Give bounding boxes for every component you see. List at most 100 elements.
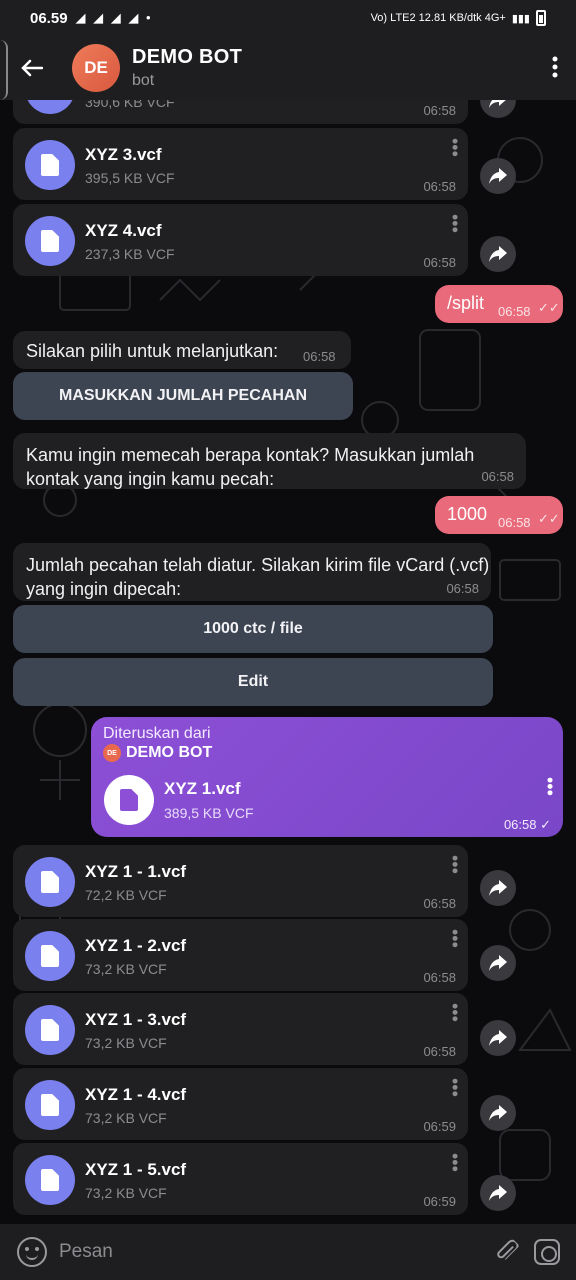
outgoing-message[interactable]: /split 06:58 ✓✓ (435, 285, 563, 323)
network-info: Vo) LTE2 12.81 KB/dtk 4G+ (370, 12, 506, 24)
message-time: 06:58 (423, 179, 456, 194)
file-icon[interactable] (25, 931, 75, 981)
share-icon[interactable] (480, 945, 516, 981)
avatar-initials: DE (84, 58, 108, 77)
file-size: 237,3 KB VCF (85, 246, 175, 262)
chat-title-box[interactable]: DEMO BOT bot (132, 46, 242, 90)
file-size: 73,2 KB VCF (85, 1110, 167, 1126)
file-name: XYZ 1 - 5.vcf (85, 1160, 187, 1179)
more-vert-icon[interactable] (552, 56, 558, 82)
forwarded-label: Diteruskan dari (103, 725, 211, 742)
outgoing-message[interactable]: 1000 06:58 ✓✓ (435, 496, 563, 534)
signal-icon: ▮▮▮ (511, 12, 530, 25)
share-icon[interactable] (480, 1095, 516, 1131)
message-text: 1000 (447, 504, 488, 524)
file-menu-icon[interactable]: ••• (445, 1078, 465, 1097)
screen-edge (0, 40, 8, 100)
file-icon[interactable] (25, 216, 75, 266)
inline-button-jumlah[interactable]: MASUKKAN JUMLAH PECAHAN (13, 372, 353, 420)
file-menu-icon[interactable]: ••• (445, 1153, 465, 1172)
file-name: XYZ 1 - 3.vcf (85, 1010, 187, 1029)
file-message[interactable]: XYZ 1 - 2.vcf 73,2 KB VCF 06:58 ••• (13, 919, 468, 991)
message-input[interactable]: Pesan (59, 1241, 496, 1263)
share-icon[interactable] (480, 100, 516, 118)
share-icon[interactable] (480, 1175, 516, 1211)
file-icon[interactable] (25, 857, 75, 907)
message-list[interactable]: 390,6 KB VCF 06:58 XYZ 3.vcf 395,5 KB VC… (0, 100, 576, 1224)
share-icon[interactable] (480, 158, 516, 194)
message-time: 06:58 (446, 581, 479, 596)
message-time: 06:58 (423, 896, 456, 911)
back-arrow-icon[interactable] (0, 36, 64, 100)
share-icon[interactable] (480, 236, 516, 272)
file-message[interactable]: XYZ 3.vcf 395,5 KB VCF 06:58 ••• (13, 128, 468, 200)
file-name: XYZ 4.vcf (85, 221, 162, 240)
file-size: 73,2 KB VCF (85, 1185, 167, 1201)
chat-title: DEMO BOT (132, 46, 243, 68)
file-icon[interactable] (25, 1155, 75, 1205)
file-size: 72,2 KB VCF (85, 887, 167, 903)
file-menu-icon[interactable]: ••• (445, 214, 465, 233)
camera-icon[interactable] (534, 1239, 560, 1265)
file-icon[interactable] (25, 1005, 75, 1055)
file-message[interactable]: XYZ 1 - 1.vcf 72,2 KB VCF 06:58 ••• (13, 845, 468, 917)
source-avatar: DE (103, 744, 121, 762)
file-icon[interactable] (104, 775, 154, 825)
chat-avatar[interactable]: DE (72, 44, 120, 92)
file-name: XYZ 1 - 4.vcf (85, 1085, 187, 1104)
chat-header: DE DEMO BOT bot (0, 36, 576, 100)
file-size: 73,2 KB VCF (85, 1035, 167, 1051)
double-check-icon: ✓✓ (538, 300, 560, 315)
battery-icon (536, 10, 546, 26)
message-time: 06:58 (423, 1044, 456, 1059)
message-time: 06:58 ✓ (503, 817, 551, 832)
incoming-message[interactable]: Kamu ingin memecah berapa kontak? Masukk… (13, 433, 526, 489)
file-message[interactable]: XYZ 1 - 4.vcf 73,2 KB VCF 06:59 ••• (13, 1068, 468, 1140)
file-size: 395,5 KB VCF (85, 170, 175, 186)
share-icon[interactable] (480, 870, 516, 906)
status-time: 06.59 (30, 9, 68, 27)
message-text: Silakan pilih untuk melanjutkan: (26, 341, 279, 361)
message-time: 06:58 (303, 349, 336, 364)
message-time: 06:58 (423, 103, 456, 118)
message-time: 06:59 (423, 1194, 456, 1209)
file-menu-icon[interactable]: ••• (445, 1003, 465, 1022)
message-text: Jumlah pecahan telah diatur. Silakan kir… (26, 555, 490, 599)
file-menu-icon[interactable]: ••• (445, 929, 465, 948)
emoji-icon[interactable] (17, 1237, 47, 1267)
message-text: /split (447, 293, 485, 313)
inline-button-ctc[interactable]: 1000 ctc / file (13, 605, 493, 653)
file-icon[interactable] (25, 1080, 75, 1130)
incoming-message[interactable]: Jumlah pecahan telah diatur. Silakan kir… (13, 543, 491, 601)
file-menu-icon[interactable]: ••• (445, 138, 465, 157)
message-time: 06:59 (423, 1119, 456, 1134)
file-menu-icon[interactable]: ••• (445, 855, 465, 874)
source-name: DEMO BOT (126, 744, 213, 761)
share-icon[interactable] (480, 1020, 516, 1056)
file-name: XYZ 1 - 1.vcf (85, 862, 187, 881)
file-name: XYZ 3.vcf (85, 145, 162, 164)
file-icon[interactable] (25, 140, 75, 190)
double-check-icon: ✓✓ (538, 511, 560, 526)
forwarded-message[interactable]: Diteruskan dari DE DEMO BOT XYZ 1.vcf 38… (91, 717, 563, 837)
message-time: 06:58 (498, 515, 531, 530)
status-bar: 06.59 ◢ ◢ ◢ ◢ • Vo) LTE2 12.81 KB/dtk 4G… (0, 0, 576, 36)
file-message[interactable]: XYZ 1 - 3.vcf 73,2 KB VCF 06:58 ••• (13, 993, 468, 1065)
file-size: 389,5 KB VCF (164, 805, 254, 821)
file-message[interactable]: XYZ 1 - 5.vcf 73,2 KB VCF 06:59 ••• (13, 1143, 468, 1215)
forward-source[interactable]: DE DEMO BOT (103, 744, 212, 762)
inline-button-edit[interactable]: Edit (13, 658, 493, 706)
file-menu-icon[interactable]: ••• (540, 777, 560, 796)
message-time: 06:58 (481, 469, 514, 484)
file-message[interactable]: XYZ 4.vcf 237,3 KB VCF 06:58 ••• (13, 204, 468, 276)
file-icon[interactable] (25, 100, 75, 114)
file-size: 390,6 KB VCF (85, 100, 175, 110)
chat-subtitle: bot (132, 72, 155, 89)
file-message[interactable]: 390,6 KB VCF 06:58 (13, 100, 468, 124)
message-input-bar: Pesan (0, 1224, 576, 1280)
status-right: Vo) LTE2 12.81 KB/dtk 4G+ ▮▮▮ (371, 10, 546, 26)
incoming-message[interactable]: Silakan pilih untuk melanjutkan: 06:58 (13, 331, 351, 369)
file-name: XYZ 1.vcf (164, 779, 241, 798)
notification-icons: ◢ ◢ ◢ ◢ • (75, 10, 153, 25)
file-name: XYZ 1 - 2.vcf (85, 936, 187, 955)
